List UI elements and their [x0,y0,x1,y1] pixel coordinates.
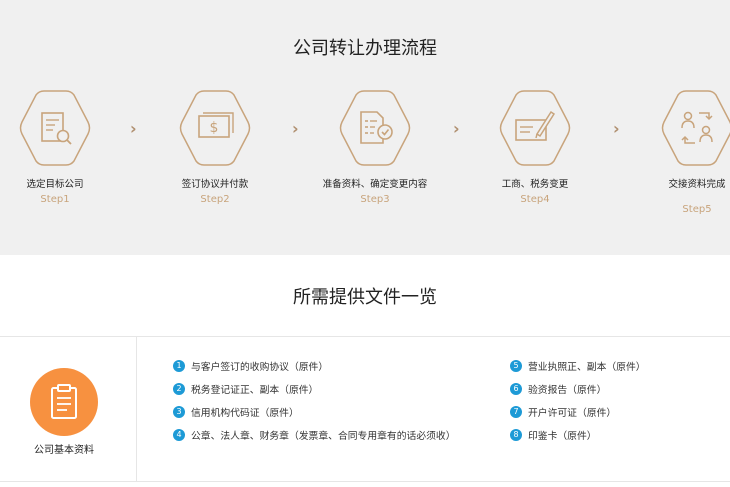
list-item: 7 开户许可证（原件） [510,405,617,419]
step-label: 选定目标公司 [26,179,84,190]
step-number: Step5 [682,204,712,215]
docs-title: 所需提供文件一览 [293,287,437,308]
list-item: 2 税务登记证正、副本（原件） [173,382,319,396]
item-text: 验资报告（原件） [528,384,607,396]
item-number: 6 [510,382,522,395]
item-number: 5 [510,359,522,372]
step-2[interactable]: $ 签订协议并付款 Step2 [160,88,270,205]
item-text: 营业执照正、副本（原件） [528,361,646,373]
category-label: 公司基本资料 [34,445,94,456]
chevron-right-icon: › [130,119,137,138]
document-search-icon [19,90,91,166]
docs-category: 公司基本资料 [0,337,137,481]
step-number: Step2 [200,194,230,205]
step-number: Step4 [520,194,550,205]
item-number: 7 [510,405,522,418]
step-5[interactable]: 交接资料完成 Step5 [642,88,730,215]
list-item: 5 营业执照正、副本（原件） [510,359,646,373]
step-4[interactable]: 工商、税务变更 Step4 [480,88,590,205]
item-text: 税务登记证正、副本（原件） [191,384,319,396]
process-title: 公司转让办理流程 [293,38,437,59]
svg-text:$: $ [210,120,219,136]
item-text: 印鉴卡（原件） [528,430,597,442]
item-number: 3 [173,405,185,418]
pen-edit-icon [499,90,571,166]
category-badge [30,368,98,436]
checklist-icon [339,90,411,166]
step-label: 签订协议并付款 [181,179,249,190]
item-text: 信用机构代码证（原件） [191,407,299,419]
list-item: 4 公章、法人章、财务章（发票章、合同专用章有的话必须收） [173,428,456,442]
list-item: 8 印鉴卡（原件） [510,428,597,442]
clipboard-icon [51,384,77,419]
list-item: 3 信用机构代码证（原件） [173,405,299,419]
step-3[interactable]: 准备资料、确定变更内容 Step3 [320,88,430,205]
step-label: 准备资料、确定变更内容 [322,179,428,190]
item-number: 1 [173,359,185,372]
step-label: 交接资料完成 [668,179,726,190]
chevron-right-icon: › [453,119,460,138]
item-text: 开户许可证（原件） [528,407,617,419]
money-payment-icon: $ [179,90,251,166]
item-text: 公章、法人章、财务章（发票章、合同专用章有的话必须收） [191,430,456,442]
docs-panel: 公司基本资料 1 与客户签订的收购协议（原件） 2 税务登记证正、副本（原件） … [0,336,730,482]
list-item: 1 与客户签订的收购协议（原件） [173,359,329,373]
chevron-right-icon: › [613,119,620,138]
process-section: 公司转让办理流程 选定目标公司 Step1 › $ 签订协议并付款 Step2 … [0,0,730,255]
chevron-right-icon: › [292,119,299,138]
item-text: 与客户签订的收购协议（原件） [191,361,329,373]
step-number: Step1 [40,194,70,205]
step-label: 工商、税务变更 [501,179,569,190]
list-item: 6 验资报告（原件） [510,382,607,396]
handover-exchange-icon [661,90,730,166]
item-number: 8 [510,428,522,441]
step-1[interactable]: 选定目标公司 Step1 [0,88,110,205]
item-number: 4 [173,428,185,441]
item-number: 2 [173,382,185,395]
step-number: Step3 [360,194,390,205]
